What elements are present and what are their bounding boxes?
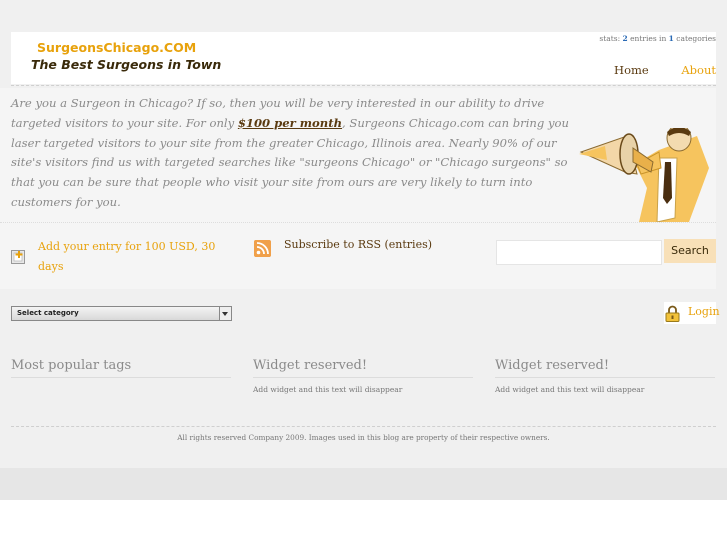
widget-reserved-2: Widget reserved! Add widget and this tex… <box>495 358 715 394</box>
man-with-megaphone-illustration <box>579 128 709 222</box>
nav-home[interactable]: Home <box>614 63 649 77</box>
search-input[interactable] <box>496 240 662 265</box>
login-area: Login <box>664 302 720 324</box>
category-select[interactable]: Select category <box>11 306 232 321</box>
add-entry-link[interactable]: Add your entry for 100 USD, 30 days <box>38 237 218 276</box>
actions-section: Add your entry for 100 USD, 30 days Subs… <box>0 222 716 289</box>
widget-reserved-1: Widget reserved! Add widget and this tex… <box>253 358 473 394</box>
footer-text: All rights reserved Company 2009. Images… <box>177 433 550 442</box>
widget-title: Widget reserved! <box>253 358 473 378</box>
widget-popular-tags: Most popular tags <box>11 358 231 385</box>
search-button[interactable]: Search <box>664 239 716 263</box>
widget-title: Most popular tags <box>11 358 231 378</box>
category-select-value: Select category <box>17 309 79 317</box>
site-header: SurgeonsChicago.COM The Best Surgeons in… <box>11 32 716 84</box>
site-tagline: The Best Surgeons in Town <box>31 57 222 72</box>
stats-mid: entries in <box>630 34 667 43</box>
widget-text: Add widget and this text will disappear <box>495 385 645 394</box>
bottom-bar <box>0 468 727 500</box>
widget-text: Add widget and this text will disappear <box>253 385 403 394</box>
rss-icon[interactable] <box>254 240 271 257</box>
divider <box>11 85 716 86</box>
lock-icon[interactable] <box>665 305 680 322</box>
add-entry-icon[interactable] <box>11 250 25 264</box>
chevron-down-icon[interactable] <box>219 307 231 320</box>
footer-divider <box>11 426 716 427</box>
nav-about[interactable]: About <box>681 63 716 77</box>
intro-text: Are you a Surgeon in Chicago? If so, the… <box>11 94 571 213</box>
site-stats: stats: 2 entries in 1 categories <box>599 34 716 43</box>
intro-section: Are you a Surgeon in Chicago? If so, the… <box>0 88 716 222</box>
widget-title: Widget reserved! <box>495 358 715 378</box>
stats-entries-count: 2 <box>622 34 628 43</box>
stats-categories-count: 1 <box>668 34 674 43</box>
stats-suffix: categories <box>676 34 716 43</box>
main-nav: Home About <box>585 63 716 77</box>
login-link[interactable]: Login <box>688 305 720 318</box>
subscribe-rss-link[interactable]: Subscribe to RSS (entries) <box>284 238 432 251</box>
price-link[interactable]: $100 per month <box>238 116 342 130</box>
stats-prefix: stats: <box>599 34 621 43</box>
site-logo[interactable]: SurgeonsChicago.COM <box>37 40 196 55</box>
